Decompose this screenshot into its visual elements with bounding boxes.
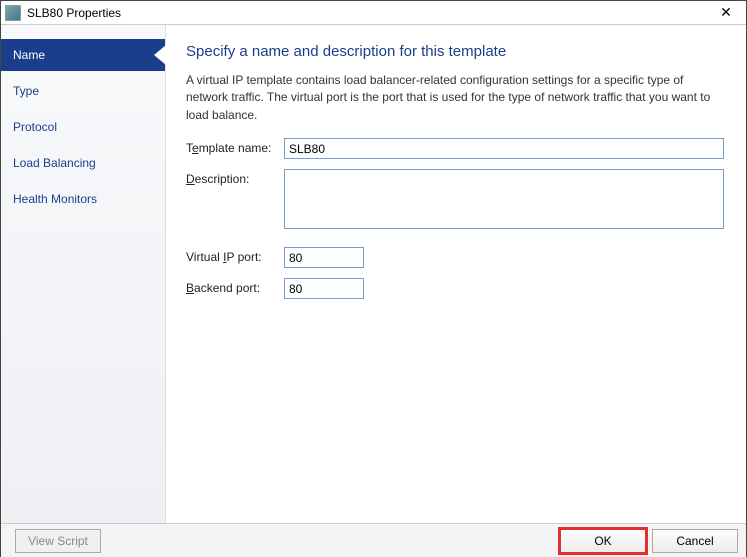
sidebar-item-label: Type xyxy=(13,84,39,98)
sidebar-item-label: Protocol xyxy=(13,120,57,134)
backend-port-input[interactable] xyxy=(284,278,364,299)
page-intro: A virtual IP template contains load bala… xyxy=(186,72,726,124)
virtual-ip-port-input[interactable] xyxy=(284,247,364,268)
label-template-name: Template name: xyxy=(186,138,284,155)
sidebar-item-protocol[interactable]: Protocol xyxy=(1,111,165,143)
close-button[interactable]: ✕ xyxy=(706,1,746,24)
footer: View Script OK Cancel xyxy=(1,523,746,557)
sidebar-item-type[interactable]: Type xyxy=(1,75,165,107)
content-panel: Specify a name and description for this … xyxy=(166,25,746,523)
sidebar-item-label: Name xyxy=(13,48,45,62)
dialog-body: Name Type Protocol Load Balancing Health… xyxy=(1,25,746,523)
sidebar-item-name[interactable]: Name xyxy=(1,39,165,71)
sidebar-item-health-monitors[interactable]: Health Monitors xyxy=(1,183,165,215)
app-icon xyxy=(5,5,21,21)
row-template-name: Template name: xyxy=(186,138,726,159)
sidebar-item-label: Health Monitors xyxy=(13,192,97,206)
sidebar-item-label: Load Balancing xyxy=(13,156,96,170)
close-icon: ✕ xyxy=(720,4,732,20)
template-name-input[interactable] xyxy=(284,138,724,159)
label-virtual-ip-port: Virtual IP port: xyxy=(186,247,284,264)
row-virtual-ip-port: Virtual IP port: xyxy=(186,247,726,268)
window-title: SLB80 Properties xyxy=(27,6,121,20)
sidebar-item-load-balancing[interactable]: Load Balancing xyxy=(1,147,165,179)
ok-button[interactable]: OK xyxy=(560,529,646,553)
row-description: Description: xyxy=(186,169,726,229)
view-script-button[interactable]: View Script xyxy=(15,529,101,553)
label-description: Description: xyxy=(186,169,284,186)
sidebar: Name Type Protocol Load Balancing Health… xyxy=(1,25,166,523)
cancel-button[interactable]: Cancel xyxy=(652,529,738,553)
titlebar: SLB80 Properties ✕ xyxy=(1,1,746,25)
description-input[interactable] xyxy=(284,169,724,229)
page-heading: Specify a name and description for this … xyxy=(186,43,726,60)
row-backend-port: Backend port: xyxy=(186,278,726,299)
label-backend-port: Backend port: xyxy=(186,278,284,295)
